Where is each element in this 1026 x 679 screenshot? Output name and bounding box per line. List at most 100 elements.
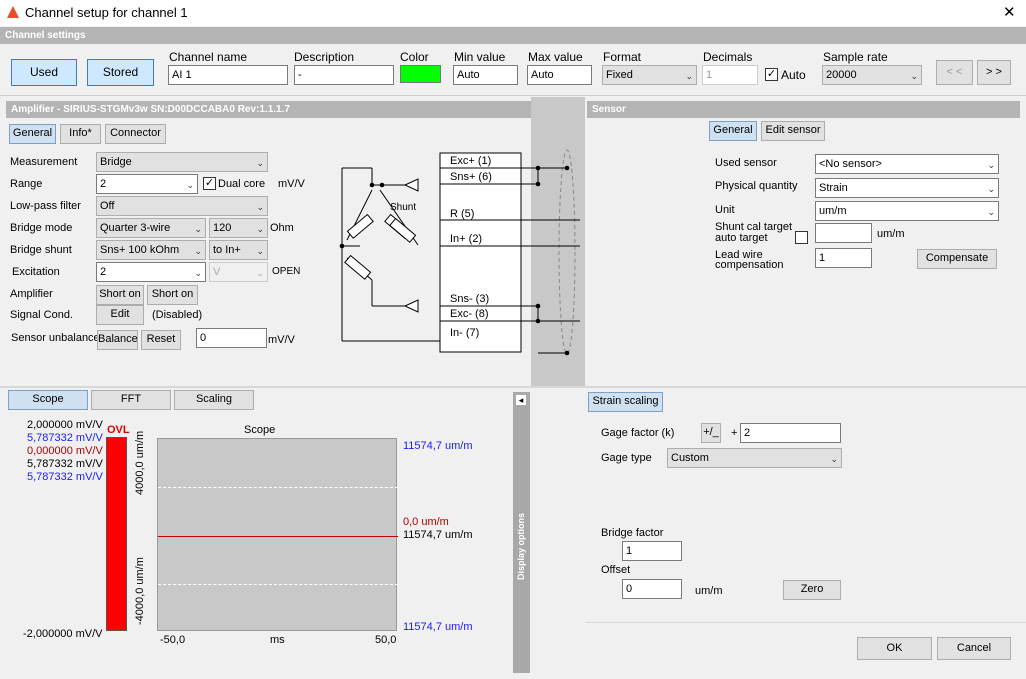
scope-left-value-4: 5,787332 mV/V (27, 458, 103, 470)
chevron-down-icon: ⌄ (194, 224, 202, 234)
gage-type-select[interactable]: Custom ⌄ (667, 448, 842, 468)
shunt-cal-unit: um/m (877, 228, 905, 240)
tab-info[interactable]: Info* (60, 124, 101, 144)
lowpass-select[interactable]: Off ⌄ (96, 196, 268, 216)
chevron-down-icon: ⌄ (830, 454, 838, 464)
tab-connector[interactable]: Connector (105, 124, 166, 144)
grid-line (158, 487, 398, 488)
bridge-mode-select[interactable]: Quarter 3-wire ⌄ (96, 218, 206, 238)
scope-plot[interactable] (157, 438, 398, 631)
offset-input[interactable]: 0 (622, 579, 682, 599)
scope-x-max: 50,0 (375, 634, 397, 646)
range-unit: mV/V (278, 178, 305, 190)
excitation-value: 2 (100, 266, 107, 278)
short-on-button-2[interactable]: Short on (147, 285, 198, 305)
plus-sign: + (731, 427, 738, 439)
tab-fft[interactable]: FFT (91, 390, 171, 410)
shunt-target-select[interactable]: to In+ ⌄ (209, 240, 268, 260)
bridge-shunt-value: Sns+ 100 kOhm (100, 244, 180, 256)
compensate-button[interactable]: Compensate (917, 249, 997, 269)
plus-minus-button[interactable]: +/_ (701, 423, 721, 443)
used-sensor-value: <No sensor> (819, 158, 882, 170)
bridge-mode-value: Quarter 3-wire (100, 222, 171, 234)
dual-core-checkbox[interactable]: ✓ (203, 177, 216, 190)
physical-quantity-select[interactable]: Strain ⌄ (815, 178, 999, 198)
unit-label: Unit (715, 204, 735, 216)
tab-edit-sensor[interactable]: Edit sensor (761, 121, 825, 141)
scope-x-min: -50,0 (160, 634, 186, 646)
shunt-cal-checkbox[interactable] (795, 231, 808, 244)
unbalance-value-input[interactable]: 0 (196, 328, 267, 348)
bridge-factor-input[interactable]: 1 (622, 541, 682, 561)
open-status: OPEN (272, 266, 301, 277)
tab-scope[interactable]: Scope (8, 390, 88, 410)
range-value: 2 (100, 178, 107, 190)
reset-button[interactable]: Reset (141, 330, 181, 350)
sensor-unbalance-label: Sensor unbalance (11, 332, 100, 344)
pin-in-plus: In+ (2) (450, 233, 482, 245)
scope-bottom-left-value: -2,000000 mV/V (23, 628, 103, 640)
unit-select[interactable]: um/m ⌄ (815, 201, 999, 221)
lead-wire-input[interactable]: 1 (815, 248, 872, 268)
channel-name-label: Channel name (169, 50, 248, 64)
excitation-unit-select[interactable]: V ⌄ (209, 262, 268, 282)
pin-exc-plus: Exc+ (1) (450, 155, 491, 167)
color-swatch[interactable] (400, 65, 441, 83)
balance-button[interactable]: Balance (97, 330, 138, 350)
chevron-down-icon: ⌄ (256, 158, 264, 168)
excitation-select[interactable]: 2 ⌄ (96, 262, 206, 282)
scope-title: Scope (244, 424, 276, 436)
channel-name-input[interactable]: AI 1 (168, 65, 288, 85)
channel-settings-header: Channel settings (0, 27, 1026, 44)
min-value-input[interactable]: Auto (453, 65, 518, 85)
sense-buffer-icon (403, 299, 419, 313)
tab-sensor-general[interactable]: General (709, 121, 757, 141)
bridge-resistance-select[interactable]: 120 ⌄ (209, 218, 268, 238)
signal-edit-button[interactable]: Edit (96, 305, 144, 325)
close-icon[interactable]: ✕ (1003, 3, 1016, 21)
range-label: Range (10, 178, 43, 190)
title-bar: Channel setup for channel 1 ✕ (0, 0, 1026, 26)
used-button[interactable]: Used (11, 59, 77, 86)
cancel-button[interactable]: Cancel (937, 637, 1011, 660)
collapse-icon[interactable]: ◂ (515, 394, 527, 406)
range-select[interactable]: 2 ⌄ (96, 174, 198, 194)
shunt-label: Shunt (390, 202, 416, 213)
stored-button[interactable]: Stored (87, 59, 154, 86)
format-select[interactable]: Fixed ⌄ (602, 65, 697, 85)
chevron-down-icon: ⌄ (186, 180, 194, 190)
decimals-input[interactable]: 1 (702, 65, 758, 85)
description-input[interactable]: - (294, 65, 394, 85)
measurement-select[interactable]: Bridge ⌄ (96, 152, 268, 172)
auto-decimals-checkbox[interactable]: ✓ (765, 68, 778, 81)
signal-cond-label: Signal Cond. (10, 309, 73, 321)
previous-channel-button[interactable]: < < (936, 60, 973, 85)
next-channel-button[interactable]: > > (977, 60, 1011, 85)
color-label: Color (400, 50, 429, 64)
used-sensor-select[interactable]: <No sensor> ⌄ (815, 154, 999, 174)
tab-strain-scaling[interactable]: Strain scaling (588, 392, 663, 412)
tab-scaling[interactable]: Scaling (174, 390, 254, 410)
ok-button[interactable]: OK (857, 637, 932, 660)
bridge-shunt-select[interactable]: Sns+ 100 kOhm ⌄ (96, 240, 206, 260)
gage-factor-input[interactable]: 2 (740, 423, 841, 443)
divider (0, 386, 1026, 388)
lead-wire-label-2: compensation (715, 259, 784, 271)
scope-right-mid-red: 0,0 um/m (403, 516, 449, 528)
gage-factor-label: Gage factor (k) (601, 427, 675, 439)
lowpass-value: Off (100, 200, 115, 212)
bridge-factor-label: Bridge factor (601, 527, 664, 539)
short-on-button-1[interactable]: Short on (96, 285, 144, 305)
scope-left-value-3: 0,000000 mV/V (27, 445, 103, 457)
app-logo-icon (7, 6, 19, 18)
chevron-down-icon: ⌄ (987, 207, 995, 217)
chevron-down-icon: ⌄ (194, 268, 202, 278)
bridge-resistance-value: 120 (213, 222, 232, 234)
tab-general[interactable]: General (9, 124, 56, 144)
max-value-input[interactable]: Auto (527, 65, 592, 85)
chevron-down-icon: ⌄ (987, 160, 995, 170)
shunt-cal-input[interactable] (815, 223, 872, 243)
shunt-target-value: to In+ (213, 244, 241, 256)
sample-rate-select[interactable]: 20000 ⌄ (822, 65, 922, 85)
zero-button[interactable]: Zero (783, 580, 841, 600)
